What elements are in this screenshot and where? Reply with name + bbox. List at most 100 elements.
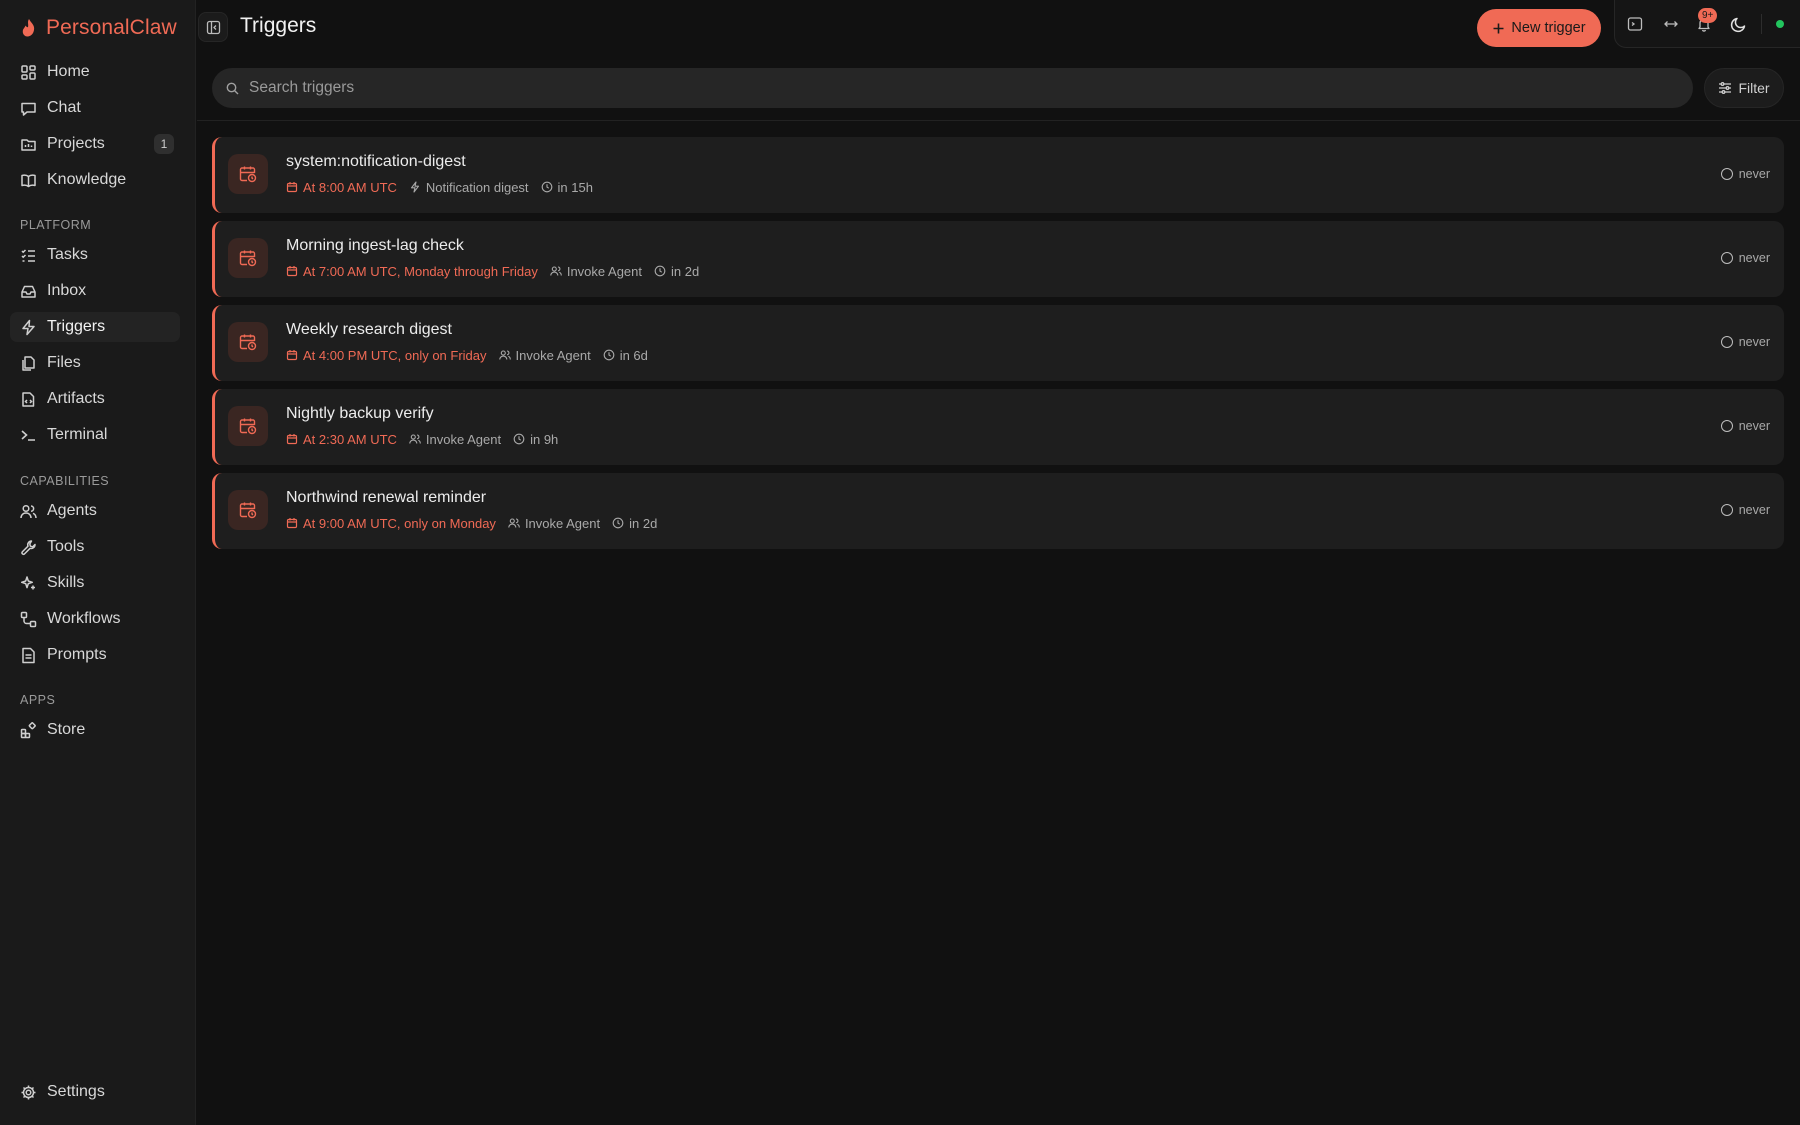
horizontal-arrows-icon (1663, 16, 1679, 32)
calendar-clock-icon (228, 154, 268, 194)
trigger-last-run-text: never (1738, 503, 1770, 517)
trigger-card[interactable]: system:notification-digest At 8:00 AM UT… (212, 137, 1784, 213)
users-icon (508, 517, 520, 529)
trigger-card[interactable]: Northwind renewal reminder At 9:00 AM UT… (212, 473, 1784, 549)
trigger-card[interactable]: Nightly backup verify At 2:30 AM UTC Inv… (212, 389, 1784, 465)
lightning-icon (409, 181, 421, 193)
trigger-action: Invoke Agent (508, 516, 600, 531)
trigger-next-run-text: in 15h (557, 179, 593, 195)
sidebar-item-artifacts[interactable]: Artifacts (10, 384, 180, 414)
trigger-card[interactable]: Weekly research digest At 4:00 PM UTC, o… (212, 305, 1784, 381)
sidebar-item-triggers[interactable]: Triggers (10, 312, 180, 342)
trigger-schedule: At 7:00 AM UTC, Monday through Friday (286, 264, 538, 279)
trigger-next-run: in 2d (612, 516, 657, 531)
sidebar-item-label: Tools (47, 538, 85, 555)
trigger-card[interactable]: Morning ingest-lag check At 7:00 AM UTC,… (212, 221, 1784, 297)
sidebar-item-label: Triggers (47, 318, 106, 335)
sidebar-item-terminal[interactable]: Terminal (10, 420, 180, 450)
trigger-schedule: At 4:00 PM UTC, only on Friday (286, 348, 487, 363)
trigger-name: Weekly research digest (286, 321, 452, 338)
trigger-action: Notification digest (409, 180, 529, 195)
gear-icon (20, 1084, 37, 1101)
sidebar-item-tasks[interactable]: Tasks (10, 240, 180, 270)
notification-count-badge: 9+ (1698, 8, 1718, 23)
lightning-icon (20, 319, 37, 336)
trigger-last-run: never (1720, 503, 1770, 517)
sidebar-item-skills[interactable]: Skills (10, 568, 180, 598)
trigger-schedule-text: At 8:00 AM UTC (303, 179, 397, 195)
sidebar-item-label: Settings (47, 1083, 105, 1100)
trigger-meta: At 4:00 PM UTC, only on Friday Invoke Ag… (286, 347, 648, 363)
search-input[interactable] (249, 79, 1693, 97)
search-bar[interactable] (212, 68, 1693, 108)
calendar-icon (286, 265, 298, 277)
home-grid-icon (20, 64, 37, 81)
sidebar-item-inbox[interactable]: Inbox (10, 276, 180, 306)
calendar-icon (286, 517, 298, 529)
brand[interactable]: PersonalClaw (20, 14, 177, 42)
sidebar-item-label: Agents (47, 502, 97, 519)
sidebar-item-workflows[interactable]: Workflows (10, 604, 180, 634)
status-circle-icon (1720, 252, 1733, 264)
trigger-last-run-text: never (1738, 251, 1770, 265)
task-list-icon (20, 247, 37, 264)
trigger-action-text: Notification digest (425, 179, 529, 195)
trigger-last-run-text: never (1738, 167, 1770, 181)
calendar-icon (286, 433, 298, 445)
book-icon (20, 172, 37, 189)
theme-toggle-button[interactable] (1728, 13, 1750, 35)
expand-width-button[interactable] (1660, 13, 1682, 35)
sidebar-item-prompts[interactable]: Prompts (10, 640, 180, 670)
trigger-schedule: At 8:00 AM UTC (286, 180, 397, 195)
projects-icon (20, 136, 37, 153)
sidebar-item-label: Artifacts (47, 390, 105, 407)
calendar-clock-icon (228, 238, 268, 278)
filter-label: Filter (1738, 80, 1770, 96)
trigger-next-run: in 9h (513, 432, 558, 447)
trigger-name: Northwind renewal reminder (286, 489, 487, 506)
sidebar-item-tools[interactable]: Tools (10, 532, 180, 562)
sidebar-collapse-button[interactable] (198, 12, 228, 42)
sidebar-item-home[interactable]: Home (10, 57, 180, 87)
calendar-clock-icon (228, 490, 268, 530)
clock-icon (654, 265, 666, 277)
sidebar-item-files[interactable]: Files (10, 348, 180, 378)
sidebar-item-chat[interactable]: Chat (10, 93, 180, 123)
sidebar-item-label: Knowledge (47, 171, 127, 188)
new-trigger-label: New trigger (1511, 20, 1586, 36)
new-trigger-button[interactable]: New trigger (1477, 9, 1601, 47)
sidebar-item-label: Inbox (47, 282, 87, 299)
sidebar-item-label: Skills (47, 574, 85, 591)
sidebar-item-projects[interactable]: Projects 1 (10, 129, 180, 159)
status-circle-icon (1720, 336, 1733, 348)
filter-button[interactable]: Filter (1704, 68, 1784, 108)
trigger-name: system:notification-digest (286, 153, 466, 170)
calendar-icon (286, 349, 298, 361)
users-icon (498, 349, 511, 361)
trigger-last-run: never (1720, 419, 1770, 433)
wrench-icon (20, 539, 37, 556)
sidebar-item-agents[interactable]: Agents (10, 496, 180, 526)
sidebar-item-knowledge[interactable]: Knowledge (10, 165, 180, 195)
trigger-last-run: never (1720, 167, 1770, 181)
sidebar-item-label: Workflows (47, 610, 121, 627)
terminal-panel-button[interactable] (1624, 13, 1646, 35)
sidebar-item-settings[interactable]: Settings (10, 1077, 180, 1107)
trigger-last-run-text: never (1738, 419, 1770, 433)
trigger-next-run: in 6d (603, 348, 648, 363)
calendar-clock-icon (228, 406, 268, 446)
connection-status-dot (1776, 20, 1784, 28)
trigger-action: Invoke Agent (550, 264, 642, 279)
sidebar-item-store[interactable]: Store (10, 715, 180, 745)
terminal-window-icon (1627, 16, 1643, 32)
projects-count-badge: 1 (154, 134, 174, 154)
clock-icon (513, 433, 525, 445)
chat-bubble-icon (20, 100, 37, 117)
sliders-icon (1718, 81, 1732, 95)
brand-name: PersonalClaw (46, 16, 177, 39)
trigger-next-run-text: in 2d (671, 263, 700, 279)
trigger-schedule: At 9:00 AM UTC, only on Monday (286, 516, 496, 531)
clock-icon (541, 181, 553, 193)
trigger-meta: At 7:00 AM UTC, Monday through Friday In… (286, 263, 699, 279)
trigger-action: Invoke Agent (498, 348, 591, 363)
